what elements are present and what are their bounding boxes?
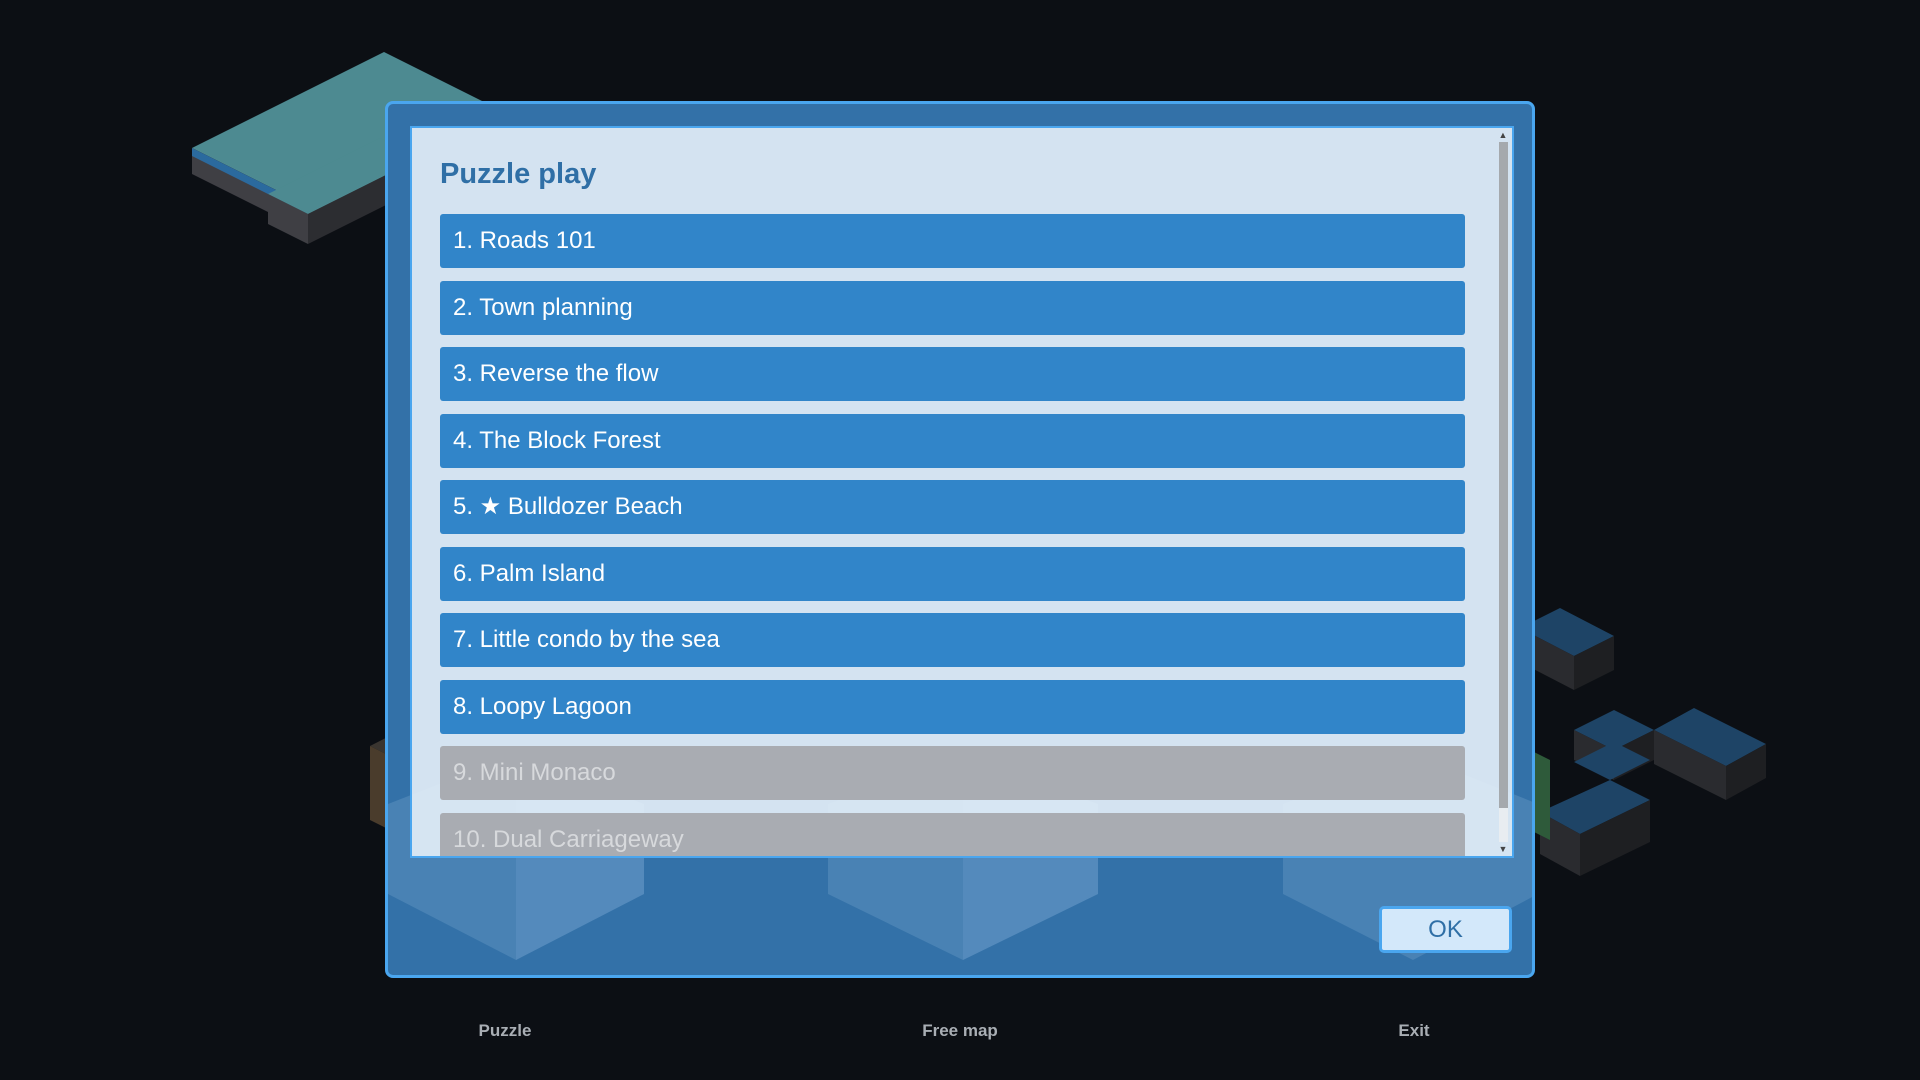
scroll-thumb[interactable] (1499, 142, 1508, 808)
scroll-up-arrow-icon[interactable]: ▲ (1496, 130, 1510, 140)
menu-free-map[interactable]: Free map (922, 1021, 998, 1041)
ok-button[interactable]: OK (1379, 906, 1512, 953)
level-button-4[interactable]: 4. The Block Forest (440, 413, 1465, 468)
level-button-5[interactable]: 5. ★ Bulldozer Beach (440, 480, 1465, 534)
isometric-blocks-right (1510, 608, 1766, 876)
level-button-10-locked[interactable]: 10. Dual Carriageway (440, 812, 1465, 856)
level-list-panel: Puzzle play 1. Roads 101 2. Town plannin… (410, 126, 1514, 858)
level-button-2[interactable]: 2. Town planning (440, 280, 1465, 335)
level-button-6[interactable]: 6. Palm Island (440, 546, 1465, 601)
menu-exit[interactable]: Exit (1398, 1021, 1429, 1041)
level-button-8[interactable]: 8. Loopy Lagoon (440, 679, 1465, 734)
scroll-down-arrow-icon[interactable]: ▼ (1496, 844, 1510, 854)
level-button-7[interactable]: 7. Little condo by the sea (440, 613, 1465, 667)
dialog-title: Puzzle play (440, 158, 597, 190)
level-list: 1. Roads 101 2. Town planning 3. Reverse… (440, 214, 1465, 856)
level-button-1[interactable]: 1. Roads 101 (440, 214, 1465, 268)
level-button-9-locked[interactable]: 9. Mini Monaco (440, 746, 1465, 800)
puzzle-play-dialog: Puzzle play 1. Roads 101 2. Town plannin… (385, 101, 1535, 978)
level-button-3[interactable]: 3. Reverse the flow (440, 347, 1465, 401)
menu-puzzle[interactable]: Puzzle (479, 1021, 532, 1041)
level-list-scrollbar[interactable]: ▲ ▼ (1496, 130, 1510, 854)
